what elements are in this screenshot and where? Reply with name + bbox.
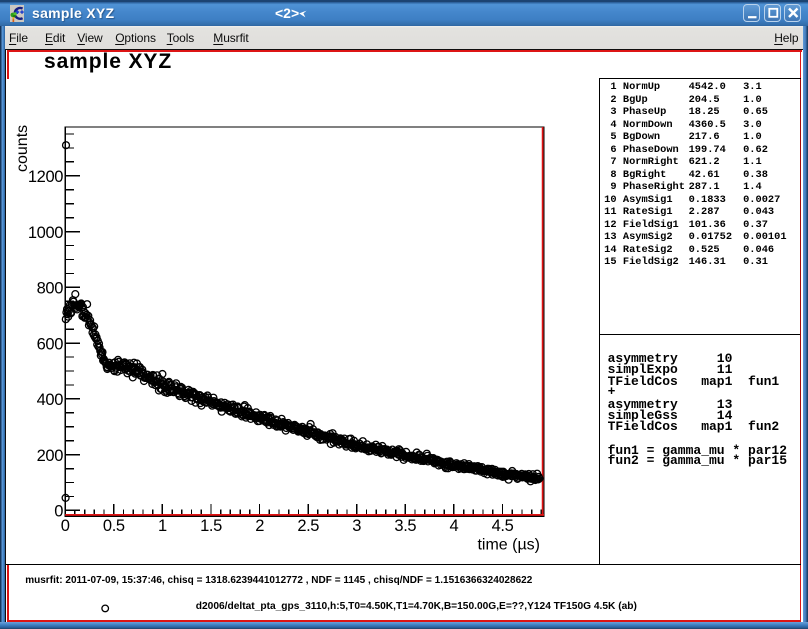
svg-text:200: 200 [37, 447, 64, 465]
svg-text:0.5: 0.5 [103, 517, 125, 535]
svg-text:1200: 1200 [28, 168, 63, 186]
svg-text:1.5: 1.5 [200, 517, 222, 535]
svg-text:600: 600 [37, 335, 64, 353]
svg-text:4: 4 [450, 517, 459, 535]
svg-text:counts: counts [14, 125, 31, 172]
svg-text:400: 400 [37, 391, 64, 409]
svg-text:3: 3 [352, 517, 361, 535]
svg-text:800: 800 [37, 280, 64, 298]
svg-text:2.5: 2.5 [297, 517, 319, 535]
svg-text:0: 0 [61, 517, 70, 535]
svg-text:4.5: 4.5 [492, 517, 514, 535]
svg-text:1000: 1000 [28, 224, 63, 242]
svg-text:time (µs): time (µs) [477, 537, 540, 554]
svg-text:3.5: 3.5 [394, 517, 416, 535]
svg-text:1: 1 [158, 517, 167, 535]
svg-text:2: 2 [255, 517, 264, 535]
